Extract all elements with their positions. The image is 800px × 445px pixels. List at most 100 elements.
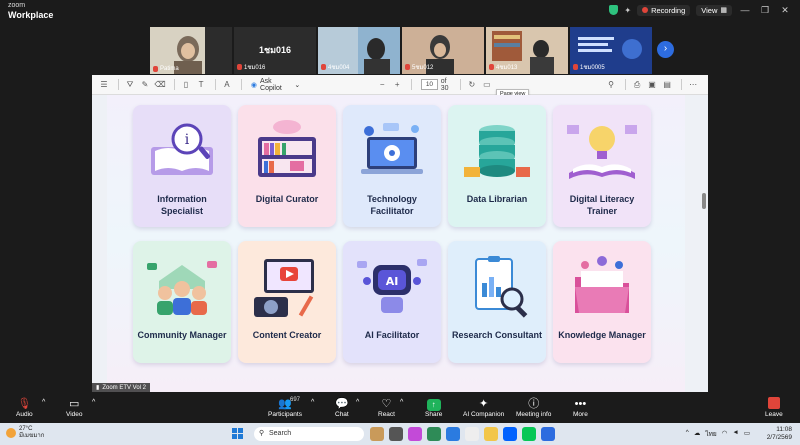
database-icon (464, 125, 530, 177)
share-button[interactable]: ↑ Share (425, 397, 442, 418)
pen-icon[interactable]: ✎ (139, 78, 151, 91)
chevron-up-icon[interactable]: ^ (400, 399, 403, 406)
sparkle-icon[interactable]: ✦ (624, 6, 631, 15)
menu-icon[interactable]: ☰ (98, 78, 110, 91)
save-as-icon[interactable]: ▤ (661, 78, 673, 91)
rotate-icon[interactable]: ↻ (466, 78, 478, 91)
task-view-icon[interactable] (389, 427, 403, 441)
dropbox-icon[interactable] (503, 427, 517, 441)
mic-off-icon (237, 64, 242, 70)
read-aloud-icon[interactable]: A (221, 78, 233, 91)
video-tile[interactable]: 4ชม013 (486, 27, 568, 74)
meeting-info-button[interactable]: ⓘ Meeting info (516, 397, 551, 418)
maximize-icon[interactable]: ❐ (758, 5, 772, 16)
recording-indicator[interactable]: Recording (637, 4, 691, 16)
participant-name: 4ชม004 (321, 62, 349, 72)
chevron-down-icon: ⌄ (294, 81, 301, 89)
leave-label: Leave (765, 411, 783, 418)
onedrive-icon[interactable]: ☁ (694, 429, 701, 439)
clock[interactable]: 11:08 2/7/2569 (767, 426, 792, 442)
chat-button[interactable]: 💬 Chat (335, 397, 349, 418)
weather-widget[interactable]: 27°C มีเมฆมาก (6, 426, 44, 440)
video-tile[interactable]: Patima (150, 27, 232, 74)
line-icon[interactable] (522, 427, 536, 441)
audio-button[interactable]: 🎙 Audio (16, 397, 33, 418)
clock-time: 11:08 (776, 426, 792, 433)
file-explorer-icon[interactable] (484, 427, 498, 441)
store-icon[interactable] (465, 427, 479, 441)
shield-icon[interactable] (609, 5, 619, 15)
zoom-in-icon[interactable]: + (391, 78, 403, 91)
page-view-icon[interactable]: ▭ (481, 78, 493, 91)
share-screen-icon: ↑ (426, 399, 441, 411)
app-banner-icon[interactable] (370, 427, 384, 441)
print-icon[interactable]: ⎙ (631, 78, 643, 91)
video-button[interactable]: ▭ Video (66, 397, 83, 418)
text-icon[interactable]: T (195, 78, 207, 91)
scrollbar[interactable] (702, 193, 706, 209)
mic-off-icon (573, 64, 578, 70)
react-button[interactable]: ♡ React (378, 397, 395, 418)
windows-start-icon[interactable] (232, 428, 243, 439)
video-tile[interactable]: 4ชม004 (318, 27, 400, 74)
recording-dot-icon (642, 7, 649, 13)
language-indicator[interactable]: ไทย (705, 429, 716, 439)
chevron-up-icon[interactable]: ^ (92, 399, 95, 406)
sidebar-icon[interactable]: ▯ (180, 78, 192, 91)
zoom-app-icon[interactable] (541, 427, 555, 441)
copilot-icon[interactable] (408, 427, 422, 441)
chevron-up-icon[interactable]: ^ (356, 399, 359, 406)
ask-copilot-button[interactable]: ◉ Ask Copilot ⌄ (251, 78, 300, 92)
card-community-manager: Community Manager (133, 241, 231, 363)
participant-name-text: 1ชม0005 (580, 65, 605, 71)
chrome-icon[interactable] (446, 427, 460, 441)
recording-label: Recording (651, 5, 686, 15)
chevron-up-icon[interactable]: ^ (686, 429, 689, 439)
next-page-icon[interactable]: › (657, 41, 674, 58)
filter-icon[interactable]: ⛛ (124, 78, 136, 91)
card-research-consultant: Research Consultant (448, 241, 546, 363)
participant-name: Patima (153, 66, 179, 72)
chevron-up-icon[interactable]: ^ (42, 399, 45, 406)
video-tile[interactable]: 1ชม0005 (570, 27, 652, 74)
participant-name: 4ชม013 (489, 62, 517, 72)
edge-icon[interactable] (427, 427, 441, 441)
card-data-librarian: Data Librarian (448, 105, 546, 227)
toolbar-separator (174, 79, 175, 90)
taskbar-search[interactable]: ⚲ Search (254, 427, 364, 441)
brand-bottom: Workplace (8, 10, 54, 20)
toolbar-separator (118, 79, 119, 90)
title-bar: zoom Workplace ✦ Recording View ▦ — ❐ ✕ (0, 0, 800, 22)
more-options-icon[interactable]: ⋯ (687, 78, 699, 91)
battery-icon[interactable]: ▭ (744, 429, 750, 439)
volume-icon[interactable]: ◄ (732, 429, 738, 439)
view-button[interactable]: View ▦ (696, 4, 732, 16)
video-tile[interactable]: 5ชม012 (402, 27, 484, 74)
system-tray: ^ ☁ ไทย ◠ ◄ ▭ (686, 429, 750, 439)
video-camera-icon: ▭ (69, 398, 80, 410)
ai-companion-label: AI Companion (463, 411, 505, 418)
folder-icon (575, 256, 629, 313)
more-button[interactable]: ••• More (573, 397, 588, 418)
shared-screen-label-text: Zoom ETV Vol 2 (102, 384, 146, 391)
card-label: Technology Facilitator (367, 194, 417, 216)
zoom-out-icon[interactable]: − (376, 78, 388, 91)
participants-button[interactable]: 👥 697 Participants (268, 397, 302, 418)
search-icon[interactable]: ⚲ (605, 78, 617, 91)
wifi-icon[interactable]: ◠ (722, 429, 728, 439)
card-label: Content Creator (252, 330, 322, 340)
leave-button[interactable]: Leave (765, 397, 783, 418)
minimize-icon[interactable]: — (738, 5, 752, 15)
svg-text:AI: AI (386, 275, 399, 288)
save-icon[interactable]: ▣ (646, 78, 658, 91)
video-tile[interactable]: 1ชม016 1ชม016 (234, 27, 316, 74)
participants-label: Participants (268, 411, 302, 418)
page-number-input[interactable]: 10 (421, 79, 438, 90)
view-label: View (701, 5, 718, 15)
card-label: Community Manager (137, 330, 227, 340)
info-icon: ⓘ (528, 398, 540, 410)
eraser-icon[interactable]: ⌫ (154, 78, 166, 91)
chevron-up-icon[interactable]: ^ (311, 399, 314, 406)
close-icon[interactable]: ✕ (778, 5, 792, 16)
ai-companion-button[interactable]: ✦ AI Companion (463, 397, 504, 418)
